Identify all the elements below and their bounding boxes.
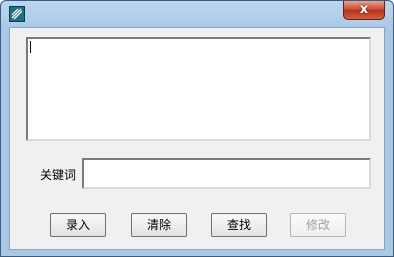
- keyword-input[interactable]: [82, 158, 371, 189]
- close-button[interactable]: x: [343, 1, 385, 20]
- search-button[interactable]: 查找: [211, 213, 267, 237]
- close-icon: x: [359, 2, 369, 17]
- app-icon: [9, 6, 25, 22]
- clear-button[interactable]: 清除: [131, 213, 187, 237]
- modify-button: 修改: [290, 213, 346, 237]
- keyword-label: 关键词: [40, 168, 77, 182]
- text-caret: [30, 41, 31, 53]
- memo-textarea[interactable]: [26, 37, 371, 141]
- dialog-client-area: 关键词 录入 清除 查找 修改: [9, 27, 385, 250]
- enter-button[interactable]: 录入: [50, 213, 106, 237]
- title-bar[interactable]: x: [1, 1, 393, 27]
- dialog-window: x 关键词 录入 清除 查找 修改: [0, 0, 394, 257]
